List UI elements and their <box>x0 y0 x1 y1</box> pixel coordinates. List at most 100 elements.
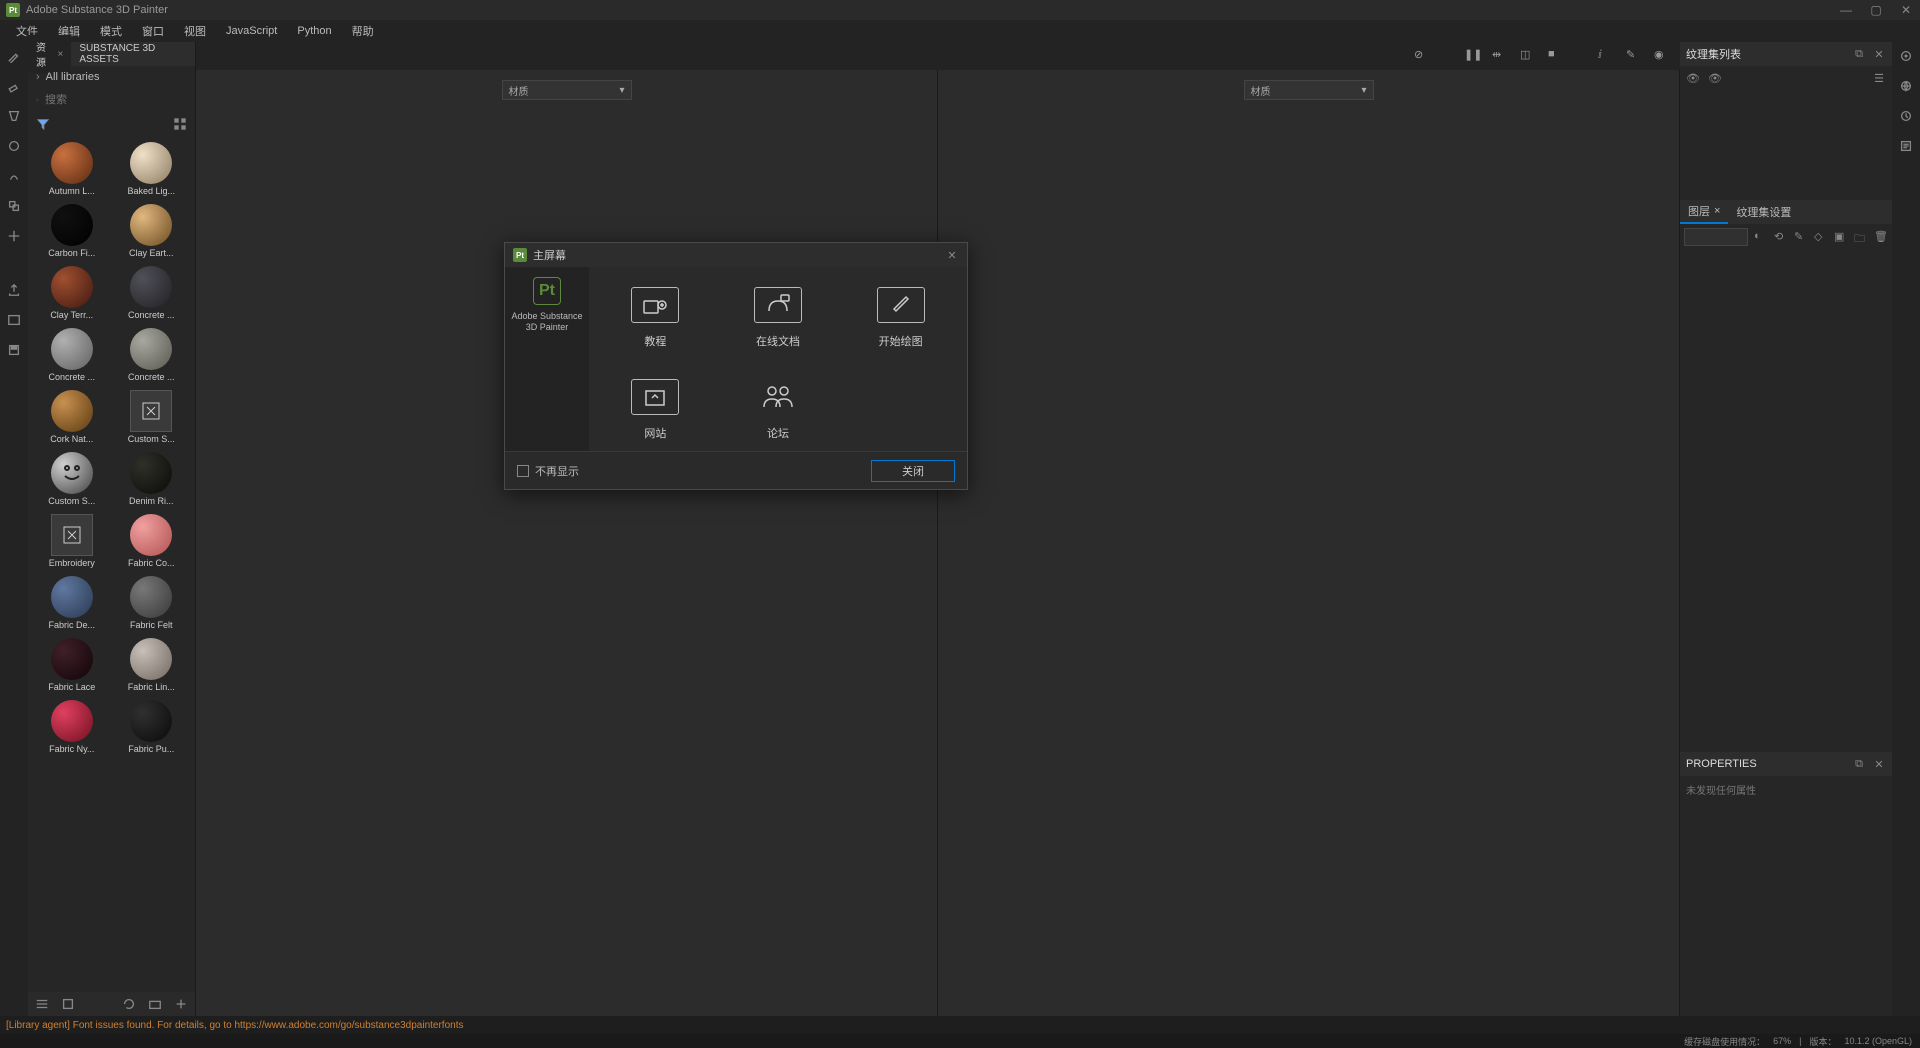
tab-substance-assets[interactable]: SUBSTANCE 3D ASSETS <box>71 39 195 69</box>
asset-item[interactable]: Fabric De... <box>34 576 110 630</box>
asset-item[interactable]: Denim Ri... <box>114 452 190 506</box>
folder-icon[interactable]: 🗀 <box>1854 230 1868 244</box>
viewport-3d[interactable]: 材质▾ <box>196 70 938 1016</box>
smudge-tool-icon[interactable] <box>6 168 22 184</box>
eye-icon[interactable]: 👁 <box>1686 71 1700 85</box>
layer-tabs: 图层× 纹理集设置 <box>1680 200 1892 224</box>
asset-item[interactable]: Fabric Ny... <box>34 700 110 754</box>
tab-layers[interactable]: 图层× <box>1680 200 1728 224</box>
pop-out-icon[interactable]: ⧉ <box>1852 47 1866 61</box>
close-icon[interactable]: × <box>1714 205 1720 217</box>
menu-javascript[interactable]: JavaScript <box>218 23 285 39</box>
maximize-button[interactable]: ▢ <box>1868 2 1884 18</box>
asset-item[interactable]: Concrete ... <box>114 328 190 382</box>
tile-paint[interactable]: 开始绘图 <box>844 287 957 349</box>
brush-icon[interactable]: ✎ <box>1626 48 1642 64</box>
adjust-icon[interactable]: ◇ <box>1814 230 1828 244</box>
paint-icon <box>877 287 925 323</box>
tab-texture-settings[interactable]: 纹理集设置 <box>1728 200 1799 224</box>
mask-icon[interactable]: ◐ <box>1754 230 1768 244</box>
target-icon[interactable] <box>1898 48 1914 64</box>
blend-mode-dropdown[interactable] <box>1684 228 1748 246</box>
asset-label: Cork Nat... <box>50 434 93 444</box>
asset-item[interactable]: Clay Terr... <box>34 266 110 320</box>
asset-item[interactable]: Autumn L... <box>34 142 110 196</box>
asset-item[interactable]: Baked Lig... <box>114 142 190 196</box>
stroke-icon[interactable]: ⅈ <box>1598 48 1614 64</box>
minimize-button[interactable]: — <box>1838 2 1854 18</box>
asset-item[interactable]: Fabric Pu... <box>114 700 190 754</box>
pop-out-icon[interactable]: ⧉ <box>1852 757 1866 771</box>
asset-item[interactable]: Embroidery <box>34 514 110 568</box>
menu-window[interactable]: 窗口 <box>134 21 172 41</box>
tile-docs[interactable]: 在线文档 <box>722 287 835 349</box>
tile-tutorial[interactable]: 教程 <box>599 287 712 349</box>
material-dropdown-2d[interactable]: 材质▾ <box>1244 80 1374 100</box>
asset-item[interactable]: Fabric Co... <box>114 514 190 568</box>
close-button[interactable]: 关闭 <box>871 460 955 482</box>
tile-website[interactable]: 网站 <box>599 379 712 441</box>
menu-python[interactable]: Python <box>289 23 339 39</box>
folder-icon[interactable] <box>147 996 163 1012</box>
viewport-2d[interactable]: 材质▾ <box>938 70 1680 1016</box>
fill-tool-icon[interactable] <box>6 138 22 154</box>
asset-item[interactable]: Concrete ... <box>114 266 190 320</box>
export-icon[interactable] <box>6 282 22 298</box>
globe-icon[interactable] <box>1898 78 1914 94</box>
cube-icon[interactable]: ◫ <box>1520 48 1536 64</box>
empty-tile <box>844 379 957 441</box>
close-icon[interactable]: ✕ <box>1872 757 1886 771</box>
search-row <box>28 88 195 112</box>
log-icon[interactable] <box>1898 138 1914 154</box>
assets-grid[interactable]: Autumn L...Baked Lig...Carbon Fi...Clay … <box>28 136 195 992</box>
symmetry-icon[interactable]: ⇹ <box>1492 48 1508 64</box>
close-icon[interactable]: ✕ <box>1872 47 1886 61</box>
modal-close-icon[interactable]: ✕ <box>945 248 959 262</box>
dont-show-row[interactable]: 不再显示 <box>517 463 579 479</box>
search-input[interactable] <box>45 94 187 106</box>
asset-item[interactable]: Clay Eart... <box>114 204 190 258</box>
asset-item[interactable]: Cork Nat... <box>34 390 110 444</box>
asset-item[interactable]: Carbon Fi... <box>34 204 110 258</box>
clone-tool-icon[interactable] <box>6 198 22 214</box>
material-dropdown-3d[interactable]: 材质▾ <box>502 80 632 100</box>
asset-item[interactable]: Fabric Lace <box>34 638 110 692</box>
asset-item[interactable]: Custom S... <box>114 390 190 444</box>
eraser-tool-icon[interactable] <box>6 78 22 94</box>
snapshot-icon[interactable]: ◉ <box>1654 48 1670 64</box>
menu-view[interactable]: 视图 <box>176 21 214 41</box>
asset-item[interactable]: Custom S... <box>34 452 110 506</box>
breadcrumb-label: All libraries <box>46 71 100 83</box>
collapse-icon[interactable] <box>60 996 76 1012</box>
link-icon[interactable]: ⟲ <box>1774 230 1788 244</box>
pause-icon[interactable]: ❚❚ <box>1464 48 1480 64</box>
layout-icon[interactable] <box>6 312 22 328</box>
save-icon[interactable] <box>6 342 22 358</box>
camera-icon[interactable]: ■ <box>1548 48 1564 64</box>
eye-hidden-icon[interactable]: 👁 <box>1708 71 1722 85</box>
asset-item[interactable]: Fabric Lin... <box>114 638 190 692</box>
add-icon[interactable] <box>173 996 189 1012</box>
bucket-icon[interactable]: ▣ <box>1834 230 1848 244</box>
deny-icon[interactable]: ⊘ <box>1414 48 1430 64</box>
settings-icon[interactable]: ☰ <box>1872 71 1886 85</box>
history-icon[interactable] <box>1898 108 1914 124</box>
fx-icon[interactable]: ✎ <box>1794 230 1808 244</box>
refresh-icon[interactable] <box>121 996 137 1012</box>
trash-icon[interactable]: 🗑 <box>1874 230 1888 244</box>
close-window-button[interactable]: ✕ <box>1898 2 1914 18</box>
grid-view-icon[interactable] <box>173 117 187 131</box>
picker-tool-icon[interactable] <box>6 228 22 244</box>
asset-item[interactable]: Concrete ... <box>34 328 110 382</box>
list-icon[interactable] <box>34 996 50 1012</box>
asset-item[interactable]: Fabric Felt <box>114 576 190 630</box>
close-icon[interactable]: × <box>57 49 63 60</box>
breadcrumb[interactable]: › All libraries <box>28 66 195 88</box>
projection-tool-icon[interactable] <box>6 108 22 124</box>
menu-help[interactable]: 帮助 <box>344 21 382 41</box>
filter-icon[interactable] <box>36 117 50 131</box>
menu-mode[interactable]: 模式 <box>92 21 130 41</box>
brush-tool-icon[interactable] <box>6 48 22 64</box>
checkbox-icon[interactable] <box>517 465 529 477</box>
tile-forum[interactable]: 论坛 <box>722 379 835 441</box>
